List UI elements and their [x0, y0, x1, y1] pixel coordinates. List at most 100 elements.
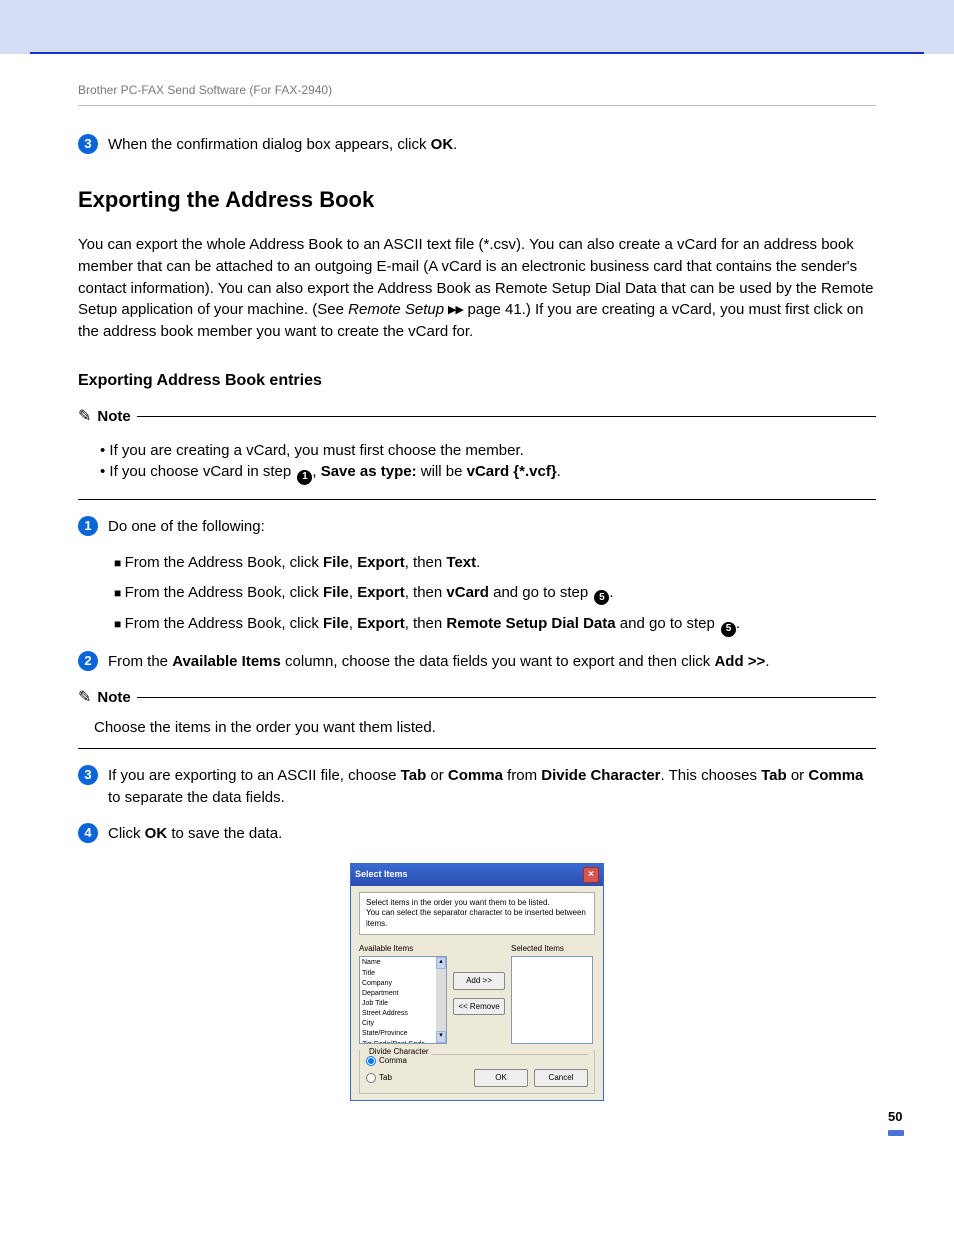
file-bold: File	[323, 584, 349, 601]
header-rule	[78, 105, 876, 106]
note-header-1: ✎ Note	[78, 406, 876, 428]
add-bold: Add >>	[714, 653, 765, 670]
text: If you are exporting to an ASCII file, c…	[108, 767, 401, 784]
radio-comma-row[interactable]: Comma	[366, 1055, 588, 1067]
list-item[interactable]: State/Province	[362, 1029, 434, 1039]
save-as-type-bold: Save as type:	[321, 463, 417, 480]
note-text: Choose the items in the order you want t…	[82, 717, 876, 739]
step-2: 2 From the Available Items column, choos…	[78, 651, 876, 673]
ok-bold: OK	[431, 136, 454, 153]
text: When the confirmation dialog box appears…	[108, 136, 431, 153]
text: and go to step	[489, 584, 592, 601]
available-items-bold: Available Items	[172, 653, 281, 670]
available-items-label: Available Items	[359, 943, 447, 955]
scroll-up-icon[interactable]: ▴	[436, 957, 446, 969]
list-item[interactable]: Zip Code/Post Code	[362, 1040, 434, 1045]
option-vcard: From the Address Book, click File, Expor…	[114, 582, 876, 606]
list-item[interactable]: Name	[362, 958, 434, 968]
step-marker-3: 3	[78, 134, 98, 154]
text: .	[453, 136, 457, 153]
text: From the	[108, 653, 172, 670]
step-3-text: If you are exporting to an ASCII file, c…	[108, 765, 876, 809]
radio-tab-row[interactable]: Tab	[366, 1072, 392, 1084]
step-1-text: Do one of the following:	[108, 516, 876, 538]
close-icon[interactable]: ×	[583, 867, 599, 883]
selected-items-listbox[interactable]	[511, 956, 593, 1044]
text: From the Address Book, click	[125, 615, 323, 632]
option-text: From the Address Book, click File, Expor…	[114, 552, 876, 574]
text: If you are creating a vCard, you must fi…	[109, 442, 523, 459]
text: from	[503, 767, 541, 784]
text: column, choose the data fields you want …	[281, 653, 715, 670]
vcard-bold: vCard	[446, 584, 489, 601]
step-marker-4: 4	[78, 823, 98, 843]
cancel-button[interactable]: Cancel	[534, 1069, 588, 1087]
arrow-icon: ▸▸	[448, 301, 463, 318]
ok-button[interactable]: OK	[474, 1069, 528, 1087]
note-label: Note	[97, 406, 130, 428]
radio-comma[interactable]	[366, 1056, 376, 1066]
step-ref-5-icon: 5	[594, 590, 609, 605]
list-item[interactable]: Job Title	[362, 999, 434, 1009]
selected-items-label: Selected Items	[511, 943, 595, 955]
tab-bold: Tab	[401, 767, 427, 784]
note-rule	[137, 416, 876, 417]
step-ref-1-icon: 1	[297, 470, 312, 485]
note-rule	[137, 697, 876, 698]
scrollbar[interactable]: ▴ ▾	[436, 957, 446, 1043]
vcard-ext-bold: vCard {*.vcf}	[467, 463, 557, 480]
step-ref-5-icon: 5	[721, 622, 736, 637]
list-item[interactable]: City	[362, 1019, 434, 1029]
heading-exporting: Exporting the Address Book	[78, 184, 876, 216]
file-bold: File	[323, 554, 349, 571]
dialog-title: Select Items	[355, 868, 408, 881]
ok-bold: OK	[145, 825, 168, 842]
rsdd-bold: Remote Setup Dial Data	[446, 615, 615, 632]
text: If you choose vCard in step	[109, 463, 295, 480]
add-button[interactable]: Add >>	[453, 972, 505, 990]
step-marker-1: 1	[78, 516, 98, 536]
list-item[interactable]: Title	[362, 969, 434, 979]
dialog-message: Select items in the order you want them …	[359, 892, 595, 935]
divide-character-group: Divide Character Comma Tab OK Cancel	[359, 1050, 595, 1093]
note-pencil-icon: ✎	[78, 409, 91, 425]
export-bold: Export	[357, 584, 405, 601]
note-label: Note	[97, 687, 130, 709]
text: and go to step	[616, 615, 719, 632]
page-number: 50	[888, 1108, 904, 1136]
export-bold: Export	[357, 615, 405, 632]
text: , then	[405, 615, 447, 632]
text: . This chooses	[661, 767, 762, 784]
step-marker-2: 2	[78, 651, 98, 671]
list-item[interactable]: Department	[362, 989, 434, 999]
step-4: 4 Click OK to save the data.	[78, 823, 876, 845]
step-3-prev-text: When the confirmation dialog box appears…	[108, 134, 876, 156]
text-bold: Text	[446, 554, 476, 571]
intro-paragraph: You can export the whole Address Book to…	[78, 234, 876, 343]
list-item[interactable]: Company	[362, 979, 434, 989]
text: will be	[417, 463, 467, 480]
select-items-dialog: Select Items × Select items in the order…	[350, 863, 604, 1101]
note-body-2: Choose the items in the order you want t…	[78, 715, 876, 750]
dialog-titlebar: Select Items ×	[351, 864, 603, 886]
text: .	[765, 653, 769, 670]
list-item[interactable]: Street Address	[362, 1009, 434, 1019]
available-items-listbox[interactable]: Name Title Company Department Job Title …	[359, 956, 447, 1044]
file-bold: File	[323, 615, 349, 632]
note-pencil-icon: ✎	[78, 690, 91, 706]
radio-tab-label: Tab	[379, 1073, 392, 1082]
remove-button[interactable]: << Remove	[453, 998, 505, 1016]
running-header: Brother PC-FAX Send Software (For FAX-29…	[78, 82, 876, 99]
radio-comma-label: Comma	[379, 1056, 407, 1065]
text: Select items in the order you want them …	[366, 898, 588, 908]
export-bold: Export	[357, 554, 405, 571]
step-marker-3: 3	[78, 765, 98, 785]
text: or	[426, 767, 448, 784]
scroll-down-icon[interactable]: ▾	[436, 1031, 446, 1043]
radio-tab[interactable]	[366, 1073, 376, 1083]
text: to separate the data fields.	[108, 789, 285, 806]
step-1-options: From the Address Book, click File, Expor…	[78, 552, 876, 637]
text: , then	[405, 554, 447, 571]
divide-character-bold: Divide Character	[541, 767, 660, 784]
text: You can select the separator character t…	[366, 908, 588, 929]
